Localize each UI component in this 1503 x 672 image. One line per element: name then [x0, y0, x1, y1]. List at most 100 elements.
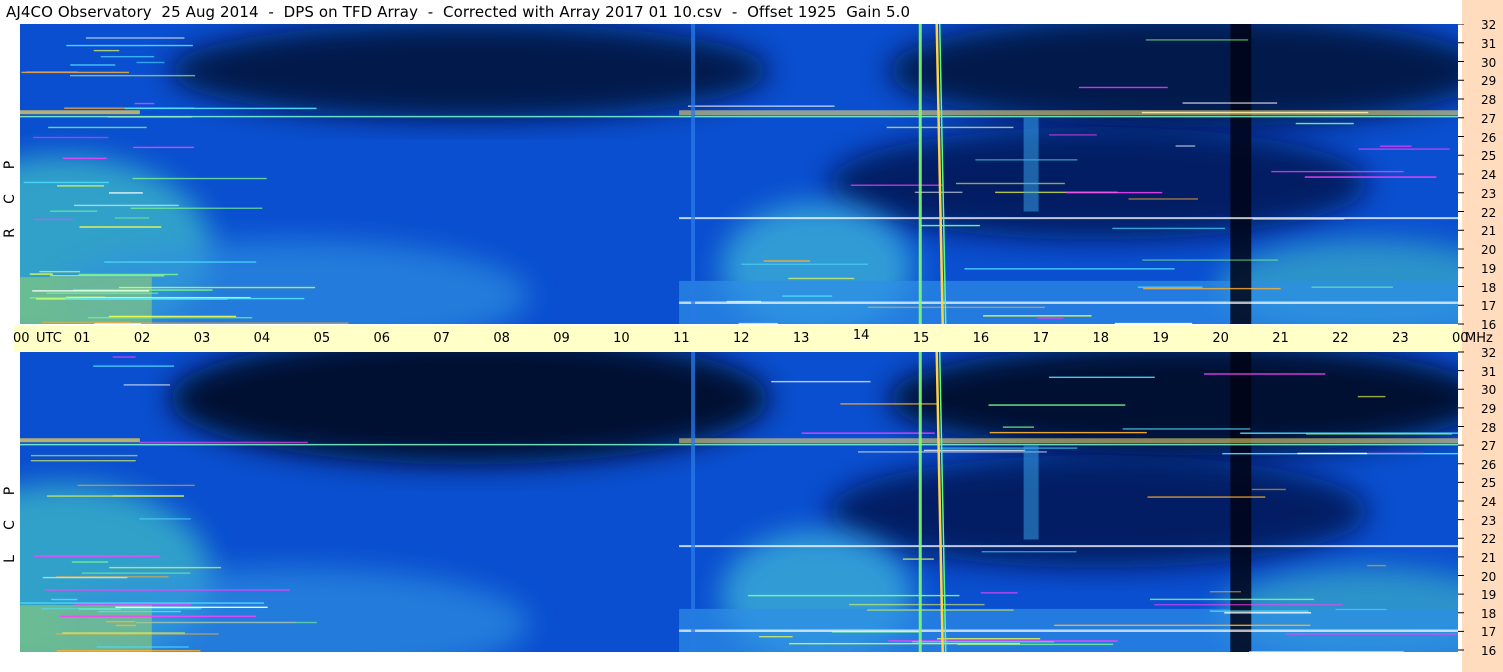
emission-streak: [65, 296, 106, 298]
emission-streak: [858, 451, 1047, 453]
rcp-letter-r: R: [2, 228, 18, 238]
emission-streak: [1304, 176, 1437, 178]
emission-streak: [1357, 395, 1386, 398]
time-tick-label: 15: [912, 331, 930, 346]
emission-streak: [1079, 86, 1168, 89]
time-tick-label: 11: [673, 331, 690, 346]
emission-streak: [1367, 564, 1387, 567]
time-tick-label: 02: [133, 331, 151, 346]
freq-tick-label: 21: [1481, 224, 1497, 239]
emission-streak: [79, 226, 162, 228]
time-tick-label: 01: [73, 331, 91, 346]
freq-tick-label: 22: [1481, 532, 1497, 547]
emission-streak: [139, 441, 308, 444]
time-tick-label: 23: [1392, 331, 1409, 346]
emission-streak: [112, 356, 136, 358]
emission-streak: [1368, 452, 1424, 455]
emission-streak: [1240, 432, 1458, 434]
emission-streak: [32, 290, 150, 292]
rcp-letter-c: C: [2, 194, 18, 204]
freq-tick-label: 23: [1481, 513, 1497, 528]
freq-tick-label: 19: [1481, 588, 1497, 603]
emission-streak: [1149, 598, 1315, 601]
emission-streak: [21, 71, 129, 74]
emission-streak: [87, 317, 253, 319]
emission-streak: [62, 157, 107, 160]
emission-streak: [81, 572, 191, 574]
vertical-event: [691, 24, 696, 324]
freq-tick-label: 29: [1481, 74, 1497, 89]
emission-band: [679, 438, 1458, 444]
emission-streak: [136, 61, 165, 64]
emission-streak: [134, 102, 155, 105]
freq-tick-label: 31: [1481, 36, 1497, 51]
emission-streak: [1295, 122, 1354, 125]
emission-streak: [123, 384, 171, 386]
freq-tick-label: 24: [1481, 168, 1497, 182]
emission-streak: [866, 609, 1014, 611]
emission-streak: [34, 218, 74, 221]
frequency-ticks: [1458, 24, 1464, 651]
interference-line: [679, 301, 1458, 304]
emission-streak: [849, 603, 985, 606]
emission-streak: [939, 447, 1078, 449]
freq-tick-label: 19: [1481, 261, 1497, 276]
time-tick-label: 10: [613, 331, 630, 346]
time-tick-label: 14: [852, 328, 870, 343]
freq-tick-label: 28: [1481, 420, 1497, 435]
emission-streak: [85, 37, 185, 39]
emission-streak: [47, 495, 114, 497]
emission-streak: [30, 454, 138, 457]
emission-streak: [980, 592, 1018, 594]
time-tick-label: 08: [493, 331, 510, 346]
emission-streak: [763, 260, 811, 262]
freq-tick-label: 27: [1481, 439, 1497, 454]
emission-streak: [741, 263, 868, 265]
emission-band: [679, 110, 1458, 116]
dark-band: [1230, 24, 1252, 324]
emission-streak: [78, 273, 178, 276]
freq-tick-label: 21: [1481, 550, 1497, 565]
emission-streak: [59, 615, 256, 617]
emission-streak: [133, 146, 194, 149]
emission-streak: [50, 210, 98, 212]
rcp-heatmap-svg: [20, 24, 1458, 324]
emission-streak: [93, 365, 175, 367]
lcp-spectrogram: [20, 352, 1458, 652]
time-tick-label: 20: [1212, 331, 1229, 346]
emission-streak: [988, 404, 1126, 406]
emission-streak: [1054, 624, 1311, 627]
emission-streak: [919, 224, 980, 227]
time-tick-label: 18: [1092, 331, 1110, 346]
freq-tick-label: 20: [1481, 243, 1497, 257]
emission-streak: [1154, 604, 1343, 606]
emission-streak: [71, 561, 109, 563]
freq-tick-label: 16: [1481, 318, 1497, 332]
emission-streak: [902, 558, 934, 560]
emission-streak: [748, 594, 960, 597]
freq-tick-label: 32: [1481, 346, 1497, 360]
emission-streak: [139, 518, 191, 520]
emission-streak: [1112, 227, 1226, 230]
emission-streak: [56, 650, 201, 652]
time-tick-label: 17: [1032, 331, 1050, 346]
emission-streak: [124, 107, 317, 110]
emission-streak: [100, 55, 155, 58]
emission-streak: [112, 495, 184, 497]
time-tick-label: 00: [13, 331, 30, 346]
emission-streak: [771, 380, 871, 383]
freq-tick-label: 30: [1481, 55, 1497, 70]
emission-streak: [33, 136, 109, 139]
freq-tick-label: 23: [1481, 186, 1497, 201]
emission-streak: [30, 460, 136, 462]
lcp-letter-c: C: [2, 520, 18, 530]
time-tick-label: 05: [313, 331, 331, 346]
emission-streak: [115, 624, 137, 627]
emission-streak: [1335, 608, 1387, 611]
time-tick-label: 19: [1152, 331, 1169, 346]
freq-tick-label: 29: [1481, 401, 1497, 416]
emission-streak: [738, 322, 778, 324]
time-tick-label: 21: [1272, 331, 1289, 346]
emission-streak: [788, 277, 855, 280]
emission-streak: [1145, 39, 1249, 41]
